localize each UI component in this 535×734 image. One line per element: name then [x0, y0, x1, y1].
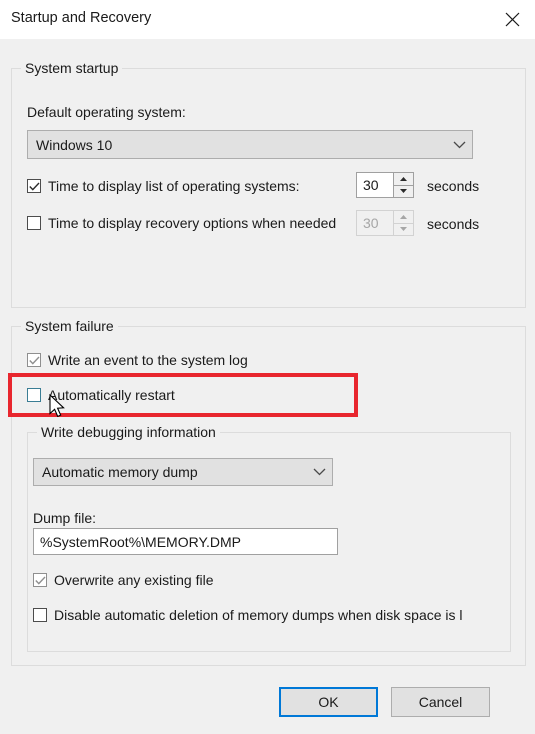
- checkmark-icon: [34, 576, 46, 585]
- close-icon[interactable]: [489, 0, 535, 38]
- chevron-down-glyph: [313, 468, 325, 476]
- time-to-display-recovery-spinner: 30: [356, 210, 414, 236]
- checkmark-icon: [28, 356, 40, 365]
- write-event-label: Write an event to the system log: [48, 352, 248, 368]
- overwrite-existing-file-checkbox[interactable]: [33, 573, 47, 587]
- automatically-restart-checkbox[interactable]: [27, 388, 41, 402]
- spinner-up-icon[interactable]: [393, 172, 414, 185]
- checkmark-icon: [28, 182, 40, 191]
- time-to-display-list-checkbox[interactable]: [27, 179, 41, 193]
- startup-and-recovery-dialog: Startup and Recovery System startup Defa…: [0, 0, 535, 734]
- write-event-checkbox-row[interactable]: Write an event to the system log: [27, 352, 248, 368]
- spinner-up-glyph: [400, 176, 407, 181]
- close-glyph: [505, 12, 519, 26]
- time-to-display-list-unit: seconds: [427, 178, 480, 194]
- dump-file-input[interactable]: %SystemRoot%\MEMORY.DMP: [33, 528, 338, 555]
- chevron-down-icon: [446, 141, 472, 149]
- time-to-display-recovery-label: Time to display recovery options when ne…: [48, 215, 337, 231]
- default-operating-system-label: Default operating system:: [27, 104, 186, 120]
- automatically-restart-checkbox-row[interactable]: Automatically restart: [27, 387, 175, 403]
- dump-type-value: Automatic memory dump: [42, 464, 198, 480]
- time-to-display-recovery-checkbox[interactable]: [27, 216, 41, 230]
- time-to-display-list-checkbox-row[interactable]: Time to display list of operating system…: [27, 178, 300, 194]
- chevron-down-icon: [306, 468, 332, 476]
- chevron-down-glyph: [453, 141, 465, 148]
- spinner-down-icon: [393, 222, 414, 236]
- time-to-display-recovery-unit: seconds: [427, 216, 480, 232]
- spinner-up-icon: [393, 210, 414, 223]
- ok-button[interactable]: OK: [279, 687, 378, 717]
- default-operating-system-dropdown[interactable]: Windows 10: [27, 130, 473, 159]
- dump-type-dropdown[interactable]: Automatic memory dump: [33, 458, 333, 486]
- disable-automatic-deletion-checkbox-row[interactable]: Disable automatic deletion of memory dum…: [33, 607, 509, 623]
- system-failure-legend: System failure: [21, 318, 118, 334]
- time-to-display-recovery-value: 30: [356, 210, 393, 236]
- time-to-display-recovery-checkbox-row[interactable]: Time to display recovery options when ne…: [27, 215, 356, 231]
- write-debugging-information-legend: Write debugging information: [37, 424, 220, 440]
- dump-file-label: Dump file:: [33, 510, 97, 526]
- overwrite-existing-file-label: Overwrite any existing file: [54, 572, 214, 588]
- time-to-display-list-label: Time to display list of operating system…: [48, 178, 300, 194]
- page-title: Startup and Recovery: [11, 10, 152, 26]
- title-bar: Startup and Recovery: [0, 0, 535, 39]
- default-operating-system-value: Windows 10: [36, 136, 113, 153]
- automatically-restart-label: Automatically restart: [48, 387, 175, 403]
- time-to-display-list-value[interactable]: 30: [356, 172, 393, 198]
- cancel-button[interactable]: Cancel: [391, 687, 490, 717]
- spinner-up-glyph: [400, 214, 407, 219]
- system-startup-legend: System startup: [21, 60, 123, 76]
- overwrite-existing-file-checkbox-row[interactable]: Overwrite any existing file: [33, 572, 214, 588]
- write-event-checkbox[interactable]: [27, 353, 41, 367]
- disable-automatic-deletion-label: Disable automatic deletion of memory dum…: [54, 607, 463, 623]
- spinner-buttons: [393, 172, 414, 198]
- spinner-buttons-disabled: [393, 210, 414, 236]
- disable-automatic-deletion-checkbox[interactable]: [33, 608, 47, 622]
- spinner-down-glyph: [400, 189, 407, 194]
- spinner-down-icon[interactable]: [393, 184, 414, 198]
- time-to-display-list-spinner[interactable]: 30: [356, 172, 414, 198]
- spinner-down-glyph: [400, 227, 407, 232]
